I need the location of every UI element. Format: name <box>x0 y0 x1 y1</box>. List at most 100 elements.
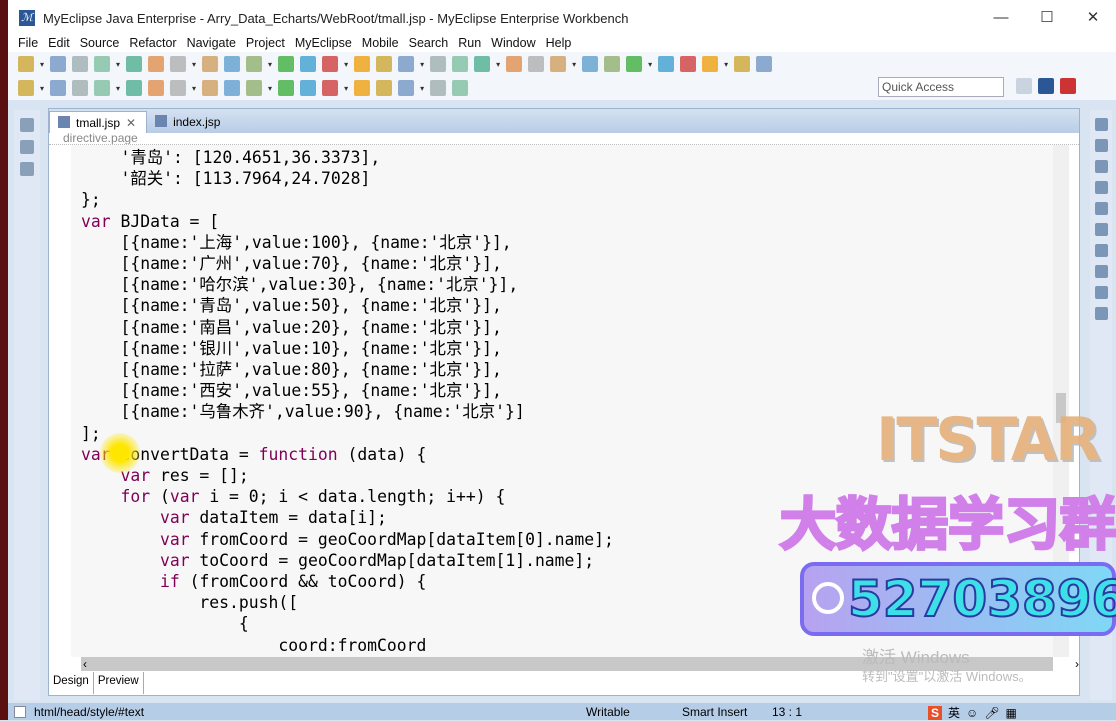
sogou-ime-icon[interactable]: S <box>928 705 943 720</box>
console-icon[interactable] <box>1094 202 1108 215</box>
close-tab-icon[interactable]: ✕ <box>126 116 136 133</box>
dropdown-arrow-icon[interactable]: ▾ <box>116 60 120 69</box>
menu-help[interactable]: Help <box>546 36 572 50</box>
keyboard-icon[interactable]: ▦ <box>1006 706 1017 720</box>
properties-icon[interactable] <box>1094 160 1108 173</box>
toolbar-button-icon[interactable] <box>202 56 219 72</box>
toolbar-button-icon[interactable] <box>398 56 415 72</box>
outline-icon[interactable] <box>1094 139 1108 152</box>
toolbar-button-icon[interactable] <box>398 80 415 96</box>
toolbar-button-icon[interactable] <box>94 56 111 72</box>
toolbar-button-icon[interactable] <box>626 56 643 72</box>
toolbar-button-icon[interactable] <box>430 56 447 72</box>
toolbar-button-icon[interactable] <box>300 80 317 96</box>
package-explorer-icon[interactable] <box>20 140 34 154</box>
dropdown-arrow-icon[interactable]: ▾ <box>648 60 652 69</box>
scroll-right-button[interactable]: › <box>1075 657 1079 671</box>
dropdown-arrow-icon[interactable]: ▾ <box>40 84 44 93</box>
dropdown-arrow-icon[interactable]: ▾ <box>192 60 196 69</box>
tab-preview[interactable]: Preview <box>94 672 144 694</box>
snippets-icon[interactable] <box>1094 286 1108 299</box>
restore-icon[interactable] <box>20 118 34 132</box>
restore-icon[interactable] <box>1094 118 1108 131</box>
toolbar-button-icon[interactable] <box>734 56 751 72</box>
toolbar-button-icon[interactable] <box>582 56 599 72</box>
toolbar-button-icon[interactable] <box>224 80 241 96</box>
toolbar-button-icon[interactable] <box>702 56 719 72</box>
minimize-button[interactable]: — <box>978 0 1024 36</box>
tab-tmall-jsp[interactable]: tmall.jsp ✕ <box>49 111 148 133</box>
toolbar-button-icon[interactable] <box>680 56 697 72</box>
java-perspective-icon[interactable] <box>1038 78 1054 94</box>
menu-source[interactable]: Source <box>80 36 120 50</box>
dropdown-arrow-icon[interactable]: ▾ <box>572 60 576 69</box>
menu-refactor[interactable]: Refactor <box>129 36 176 50</box>
toolbar-button-icon[interactable] <box>322 80 339 96</box>
outline-breadcrumb[interactable]: directive.page <box>49 133 1079 145</box>
servers-icon[interactable] <box>1094 181 1108 194</box>
toolbar-button-icon[interactable] <box>278 80 295 96</box>
dropdown-arrow-icon[interactable]: ▾ <box>496 60 500 69</box>
open-perspective-icon[interactable] <box>1016 78 1032 94</box>
dropdown-arrow-icon[interactable]: ▾ <box>344 84 348 93</box>
toolbar-button-icon[interactable] <box>604 56 621 72</box>
toolbar-button-icon[interactable] <box>148 56 165 72</box>
dropdown-arrow-icon[interactable]: ▾ <box>192 84 196 93</box>
toolbar-button-icon[interactable] <box>126 56 143 72</box>
tasks-icon[interactable] <box>1094 223 1108 236</box>
toolbar-button-icon[interactable] <box>224 56 241 72</box>
toolbar-button-icon[interactable] <box>452 56 469 72</box>
hierarchy-icon[interactable] <box>20 162 34 176</box>
maximize-button[interactable]: ☐ <box>1024 0 1070 36</box>
close-button[interactable]: ✕ <box>1070 0 1116 36</box>
toolbar-button-icon[interactable] <box>376 80 393 96</box>
toolbar-button-icon[interactable] <box>354 80 371 96</box>
toolbar-button-icon[interactable] <box>528 56 545 72</box>
menu-search[interactable]: Search <box>409 36 449 50</box>
toolbar-button-icon[interactable] <box>18 80 34 96</box>
toolbar-button-icon[interactable] <box>246 80 263 96</box>
toolbar-button-icon[interactable] <box>170 80 187 96</box>
toolbar-button-icon[interactable] <box>50 56 67 72</box>
menu-project[interactable]: Project <box>246 36 285 50</box>
toolbar-button-icon[interactable] <box>72 56 89 72</box>
toolbar-button-icon[interactable] <box>246 56 263 72</box>
toolbar-button-icon[interactable] <box>430 80 447 96</box>
menu-window[interactable]: Window <box>491 36 535 50</box>
dropdown-arrow-icon[interactable]: ▾ <box>344 60 348 69</box>
toolbar-button-icon[interactable] <box>354 56 371 72</box>
toolbar-button-icon[interactable] <box>278 56 295 72</box>
toolbar-button-icon[interactable] <box>452 80 469 96</box>
menu-navigate[interactable]: Navigate <box>187 36 236 50</box>
dropdown-arrow-icon[interactable]: ▾ <box>724 60 728 69</box>
toolbar-button-icon[interactable] <box>72 80 89 96</box>
palette-icon[interactable] <box>1094 265 1108 278</box>
dropdown-arrow-icon[interactable]: ▾ <box>40 60 44 69</box>
myeclipse-perspective-icon[interactable] <box>1060 78 1076 94</box>
tab-index-jsp[interactable]: index.jsp <box>147 111 230 133</box>
toolbar-button-icon[interactable] <box>126 80 143 96</box>
menu-edit[interactable]: Edit <box>48 36 70 50</box>
menu-mobile[interactable]: Mobile <box>362 36 399 50</box>
toolbar-button-icon[interactable] <box>376 56 393 72</box>
toolbar-button-icon[interactable] <box>148 80 165 96</box>
menu-file[interactable]: File <box>18 36 38 50</box>
tab-design[interactable]: Design <box>49 672 94 694</box>
toolbar-button-icon[interactable] <box>170 56 187 72</box>
menu-run[interactable]: Run <box>458 36 481 50</box>
toolbar-button-icon[interactable] <box>658 56 675 72</box>
scroll-left-button[interactable]: ‹ <box>83 657 87 671</box>
dropdown-arrow-icon[interactable]: ▾ <box>268 60 272 69</box>
toolbar-button-icon[interactable] <box>756 56 773 72</box>
toolbar-button-icon[interactable] <box>474 56 491 72</box>
ime-language[interactable]: 英 <box>948 704 960 721</box>
toolbar-button-icon[interactable] <box>322 56 339 72</box>
toolbar-button-icon[interactable] <box>202 80 219 96</box>
menu-myeclipse[interactable]: MyEclipse <box>295 36 352 50</box>
junit-icon[interactable] <box>1094 307 1108 320</box>
toolbar-button-icon[interactable] <box>300 56 317 72</box>
web-icon[interactable] <box>1094 244 1108 257</box>
dropdown-arrow-icon[interactable]: ▾ <box>420 84 424 93</box>
dropdown-arrow-icon[interactable]: ▾ <box>420 60 424 69</box>
toolbar-button-icon[interactable] <box>18 56 34 72</box>
